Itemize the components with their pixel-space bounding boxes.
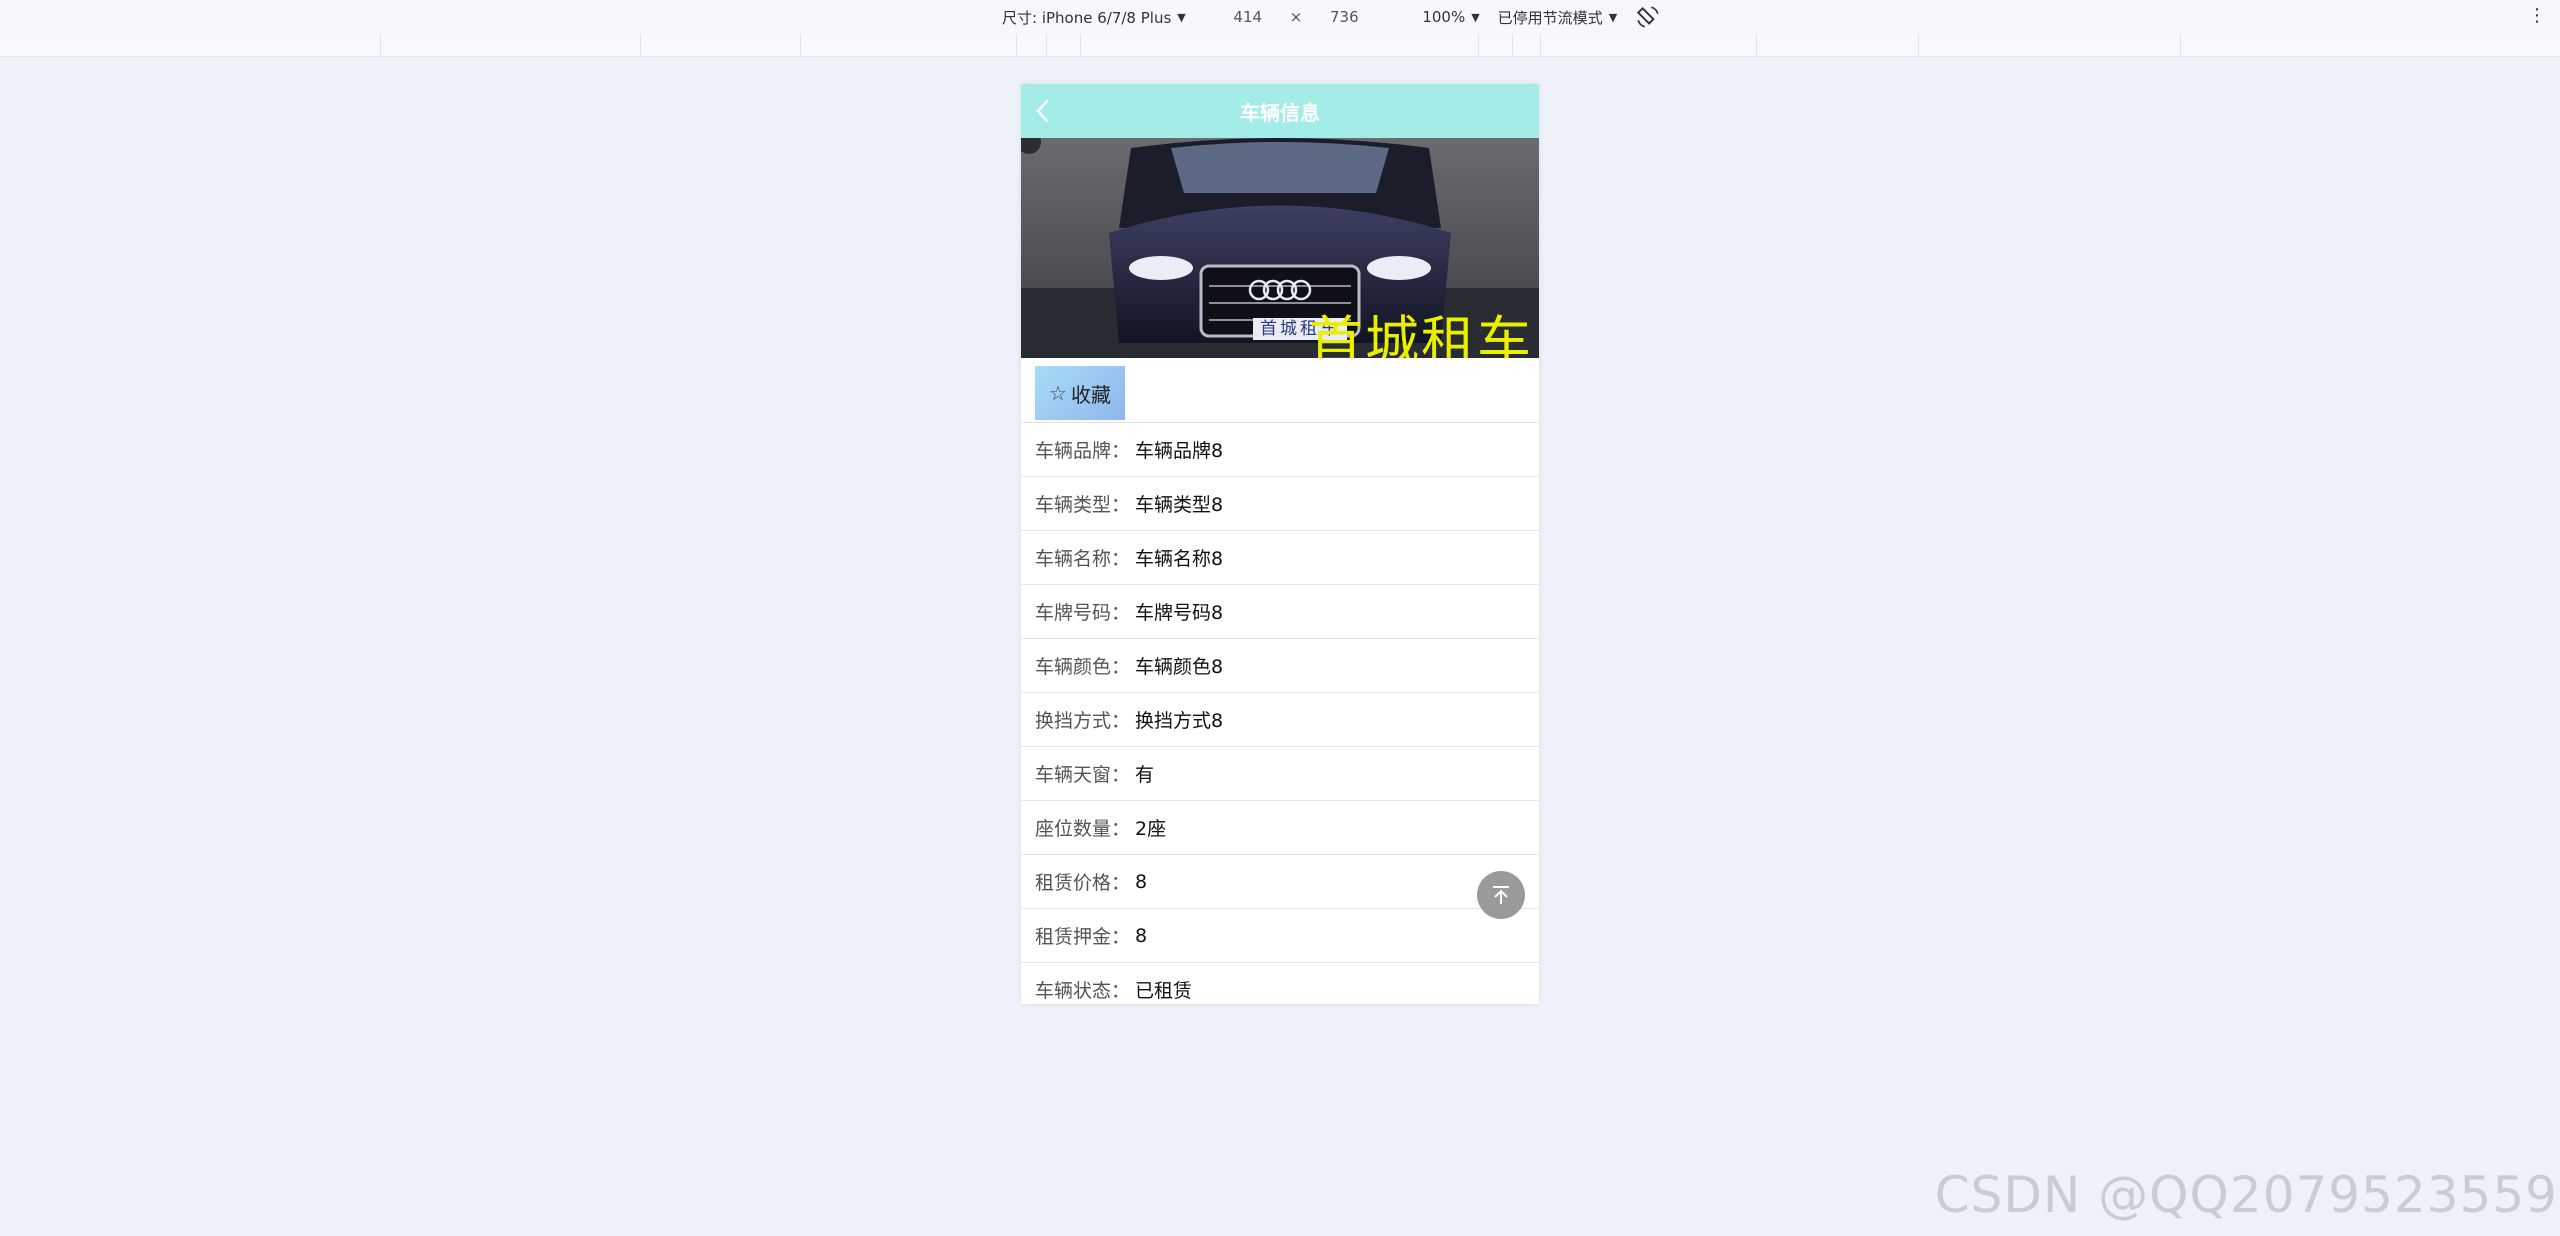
zoom-label: 100% xyxy=(1422,8,1466,26)
detail-label: 车辆颜色： xyxy=(1035,656,1131,678)
detail-label: 租赁押金： xyxy=(1035,926,1131,948)
detail-value: 有 xyxy=(1135,764,1155,786)
detail-row-status: 车辆状态： 已租赁 xyxy=(1021,963,1539,1004)
detail-value: 8 xyxy=(1135,924,1148,947)
width-input[interactable]: 414 xyxy=(1216,8,1280,26)
detail-value: 8 xyxy=(1135,870,1148,893)
detail-list: 车辆品牌： 车辆品牌8 车辆类型： 车辆类型8 车辆名称： 车辆名称8 车牌号码… xyxy=(1021,423,1539,1004)
detail-value: 车辆品牌8 xyxy=(1135,440,1224,462)
device-select[interactable]: 尺寸: iPhone 6/7/8 Plus ▼ xyxy=(1002,7,1186,28)
device-label: 尺寸: iPhone 6/7/8 Plus xyxy=(1002,8,1172,27)
detail-label: 车辆类型： xyxy=(1035,494,1131,516)
banner-overlay-text: 首城租车 xyxy=(1309,310,1533,358)
detail-value: 车辆名称8 xyxy=(1135,548,1224,570)
detail-row-plate: 车牌号码： 车牌号码8 xyxy=(1021,585,1539,639)
detail-value: 车辆颜色8 xyxy=(1135,656,1224,678)
detail-label: 换挡方式： xyxy=(1035,710,1131,732)
back-to-top-button[interactable] xyxy=(1477,871,1525,919)
zoom-select[interactable]: 100% ▼ xyxy=(1422,8,1479,26)
more-options-icon[interactable]: ⋮ xyxy=(2528,6,2546,26)
detail-label: 座位数量： xyxy=(1035,818,1131,840)
height-input[interactable]: 736 xyxy=(1312,8,1376,26)
throttle-select[interactable]: 已停用节流模式 ▼ xyxy=(1498,7,1617,28)
media-query-ruler xyxy=(0,34,2560,57)
back-arrow-icon[interactable] xyxy=(1033,96,1053,126)
chevron-down-icon: ▼ xyxy=(1177,10,1186,24)
detail-row-seats: 座位数量： 2座 xyxy=(1021,801,1539,855)
detail-value: 2座 xyxy=(1135,818,1167,840)
mobile-viewport: 车辆信息 首城租车 首城租车 ☆ 收藏 车辆品牌： 车辆品牌8 车辆类型： 车辆… xyxy=(1021,84,1539,1004)
favorite-button[interactable]: ☆ 收藏 xyxy=(1035,366,1125,420)
detail-row-type: 车辆类型： 车辆类型8 xyxy=(1021,477,1539,531)
detail-row-color: 车辆颜色： 车辆颜色8 xyxy=(1021,639,1539,693)
chevron-down-icon: ▼ xyxy=(1471,10,1480,24)
star-icon: ☆ xyxy=(1049,382,1067,405)
csdn-watermark: CSDN @QQ2079523559 xyxy=(1934,1166,2558,1224)
detail-label: 租赁价格： xyxy=(1035,872,1131,894)
detail-label: 车辆天窗： xyxy=(1035,764,1131,786)
chevron-down-icon: ▼ xyxy=(1608,10,1618,24)
detail-value: 已租赁 xyxy=(1135,980,1193,1002)
detail-label: 车辆名称： xyxy=(1035,548,1131,570)
throttle-label: 已停用节流模式 xyxy=(1497,8,1603,27)
detail-value: 车辆类型8 xyxy=(1135,494,1224,516)
page-header: 车辆信息 xyxy=(1021,84,1539,138)
detail-value: 换挡方式8 xyxy=(1135,710,1224,732)
car-image-banner[interactable]: 首城租车 首城租车 xyxy=(1021,138,1539,358)
detail-row-deposit: 租赁押金： 8 xyxy=(1021,909,1539,963)
detail-label: 车牌号码： xyxy=(1035,602,1131,624)
detail-label: 车辆品牌： xyxy=(1035,440,1131,462)
page-title: 车辆信息 xyxy=(1240,100,1320,125)
arrow-up-icon xyxy=(1493,886,1509,904)
rotate-icon[interactable] xyxy=(1635,4,1661,30)
detail-row-price: 租赁价格： 8 xyxy=(1021,855,1539,909)
favorite-row: ☆ 收藏 xyxy=(1021,358,1539,423)
detail-row-sunroof: 车辆天窗： 有 xyxy=(1021,747,1539,801)
detail-row-transmission: 换挡方式： 换挡方式8 xyxy=(1021,693,1539,747)
detail-value: 车牌号码8 xyxy=(1135,602,1224,624)
detail-row-brand: 车辆品牌： 车辆品牌8 xyxy=(1021,423,1539,477)
detail-row-name: 车辆名称： 车辆名称8 xyxy=(1021,531,1539,585)
device-controls: 尺寸: iPhone 6/7/8 Plus ▼ 414 × 736 100% ▼… xyxy=(1002,0,1661,34)
detail-label: 车辆状态： xyxy=(1035,980,1131,1002)
devtools-device-toolbar: 尺寸: iPhone 6/7/8 Plus ▼ 414 × 736 100% ▼… xyxy=(0,0,2560,35)
times-icon: × xyxy=(1289,8,1303,26)
favorite-label: 收藏 xyxy=(1070,384,1111,407)
